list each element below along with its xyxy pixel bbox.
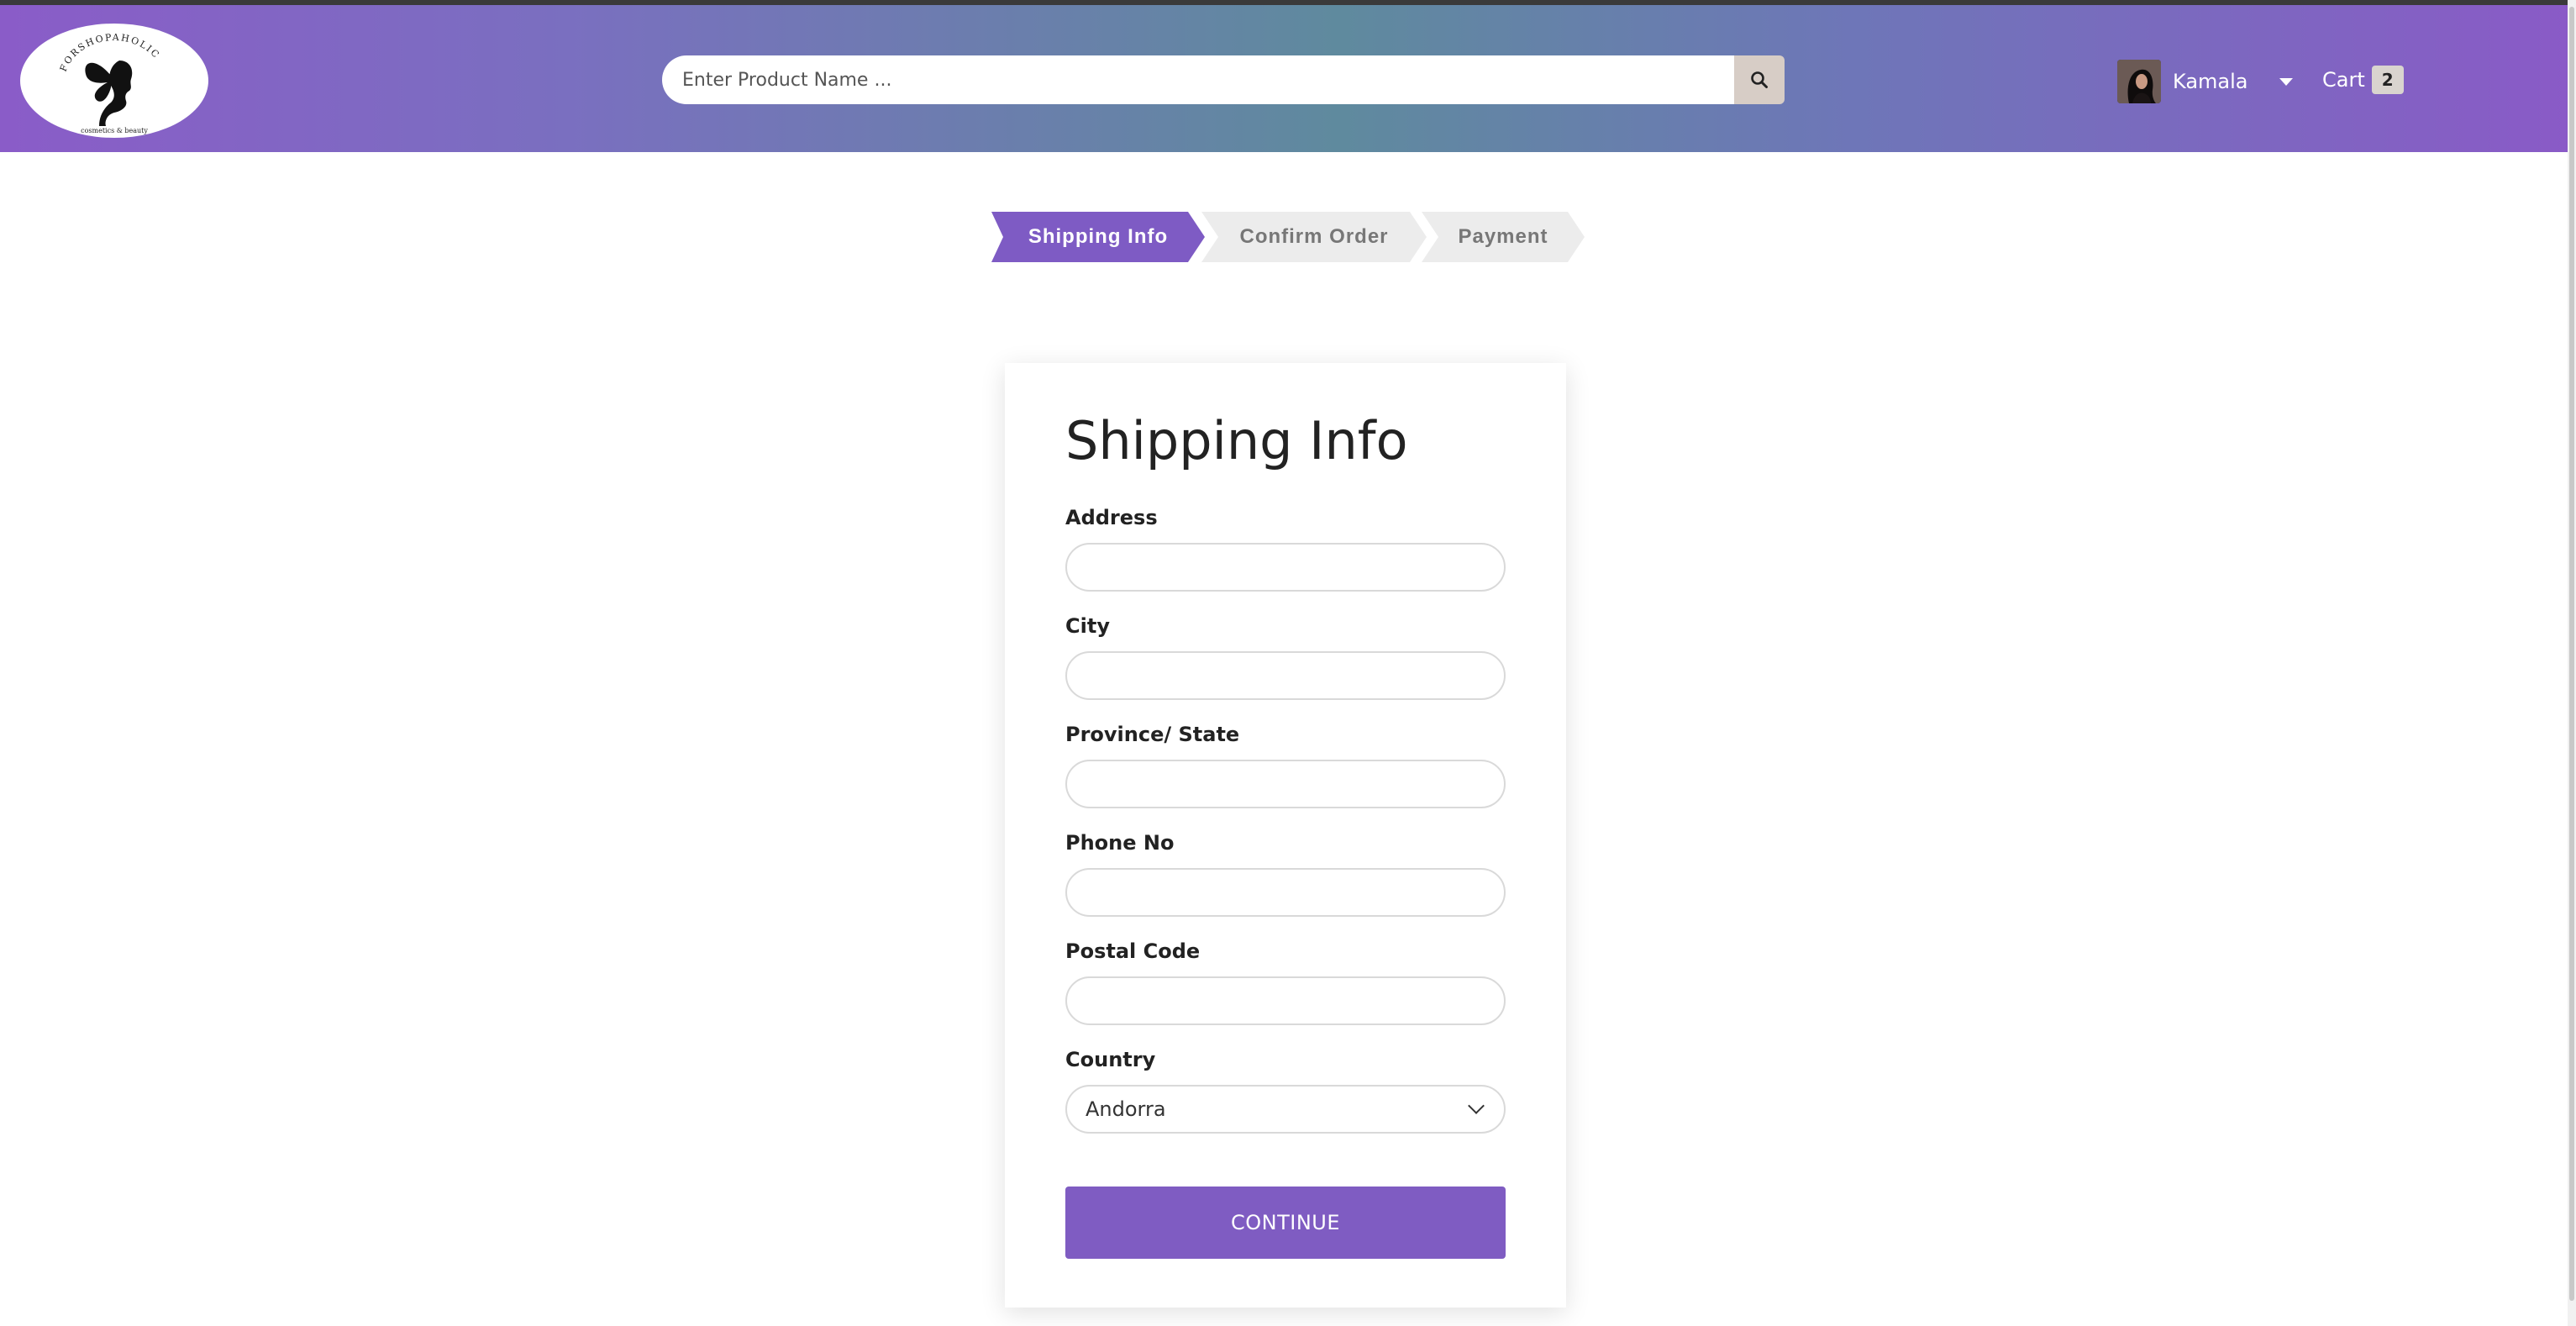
step-confirm-order: Confirm Order: [1201, 212, 1427, 262]
cart-link[interactable]: Cart 2: [2322, 66, 2404, 94]
step-label: Payment: [1458, 225, 1548, 248]
phone-no-label: Phone No: [1065, 831, 1175, 855]
form-title: Shipping Info: [1065, 410, 1408, 471]
avatar[interactable]: [2117, 60, 2161, 103]
svg-text:cosmetics & beauty: cosmetics & beauty: [81, 127, 148, 134]
postal-code-label: Postal Code: [1065, 939, 1201, 963]
city-label: City: [1065, 614, 1110, 638]
country-selected-value: Andorra: [1086, 1097, 1166, 1121]
search-button[interactable]: [1734, 55, 1785, 104]
province-state-field[interactable]: [1065, 760, 1506, 808]
search-input[interactable]: [662, 55, 1734, 104]
cart-label[interactable]: Cart: [2322, 68, 2365, 92]
chevron-down-icon: [1468, 1097, 1485, 1114]
address-field[interactable]: [1065, 543, 1506, 592]
page-scrollbar-thumb[interactable]: [2569, 7, 2574, 1301]
user-menu[interactable]: Kamala: [2117, 57, 2294, 106]
province-state-label: Province/ State: [1065, 723, 1240, 746]
step-label: Shipping Info: [1028, 225, 1169, 248]
address-label: Address: [1065, 506, 1158, 529]
search-icon: [1751, 71, 1768, 88]
city-field[interactable]: [1065, 651, 1506, 700]
svg-text:FORSHOPAHOLIC: FORSHOPAHOLIC: [58, 32, 162, 73]
shipping-form-card: Shipping Info Address City Province/ Sta…: [1005, 363, 1566, 1308]
continue-label: CONTINUE: [1230, 1211, 1341, 1234]
cart-count-badge: 2: [2371, 66, 2404, 94]
site-logo[interactable]: FORSHOPAHOLIC cosmetics & beauty: [20, 24, 208, 138]
country-select[interactable]: Andorra: [1065, 1085, 1506, 1134]
user-photo-icon: [2117, 60, 2161, 103]
step-label: Confirm Order: [1239, 225, 1389, 248]
site-header: FORSHOPAHOLIC cosmetics & beauty Enter P…: [0, 5, 2576, 152]
search-bar: [662, 55, 1785, 104]
step-payment: Payment: [1422, 212, 1585, 262]
postal-code-field[interactable]: [1065, 976, 1506, 1025]
caret-down-icon[interactable]: [2279, 77, 2294, 86]
country-label: Country: [1065, 1048, 1156, 1071]
step-shipping-info: Shipping Info: [991, 212, 1205, 262]
butterfly-woman-silhouette-icon: FORSHOPAHOLIC cosmetics & beauty: [58, 32, 162, 134]
user-name[interactable]: Kamala: [2173, 70, 2247, 93]
phone-no-field[interactable]: [1065, 868, 1506, 917]
continue-button[interactable]: CONTINUE: [1065, 1187, 1506, 1259]
